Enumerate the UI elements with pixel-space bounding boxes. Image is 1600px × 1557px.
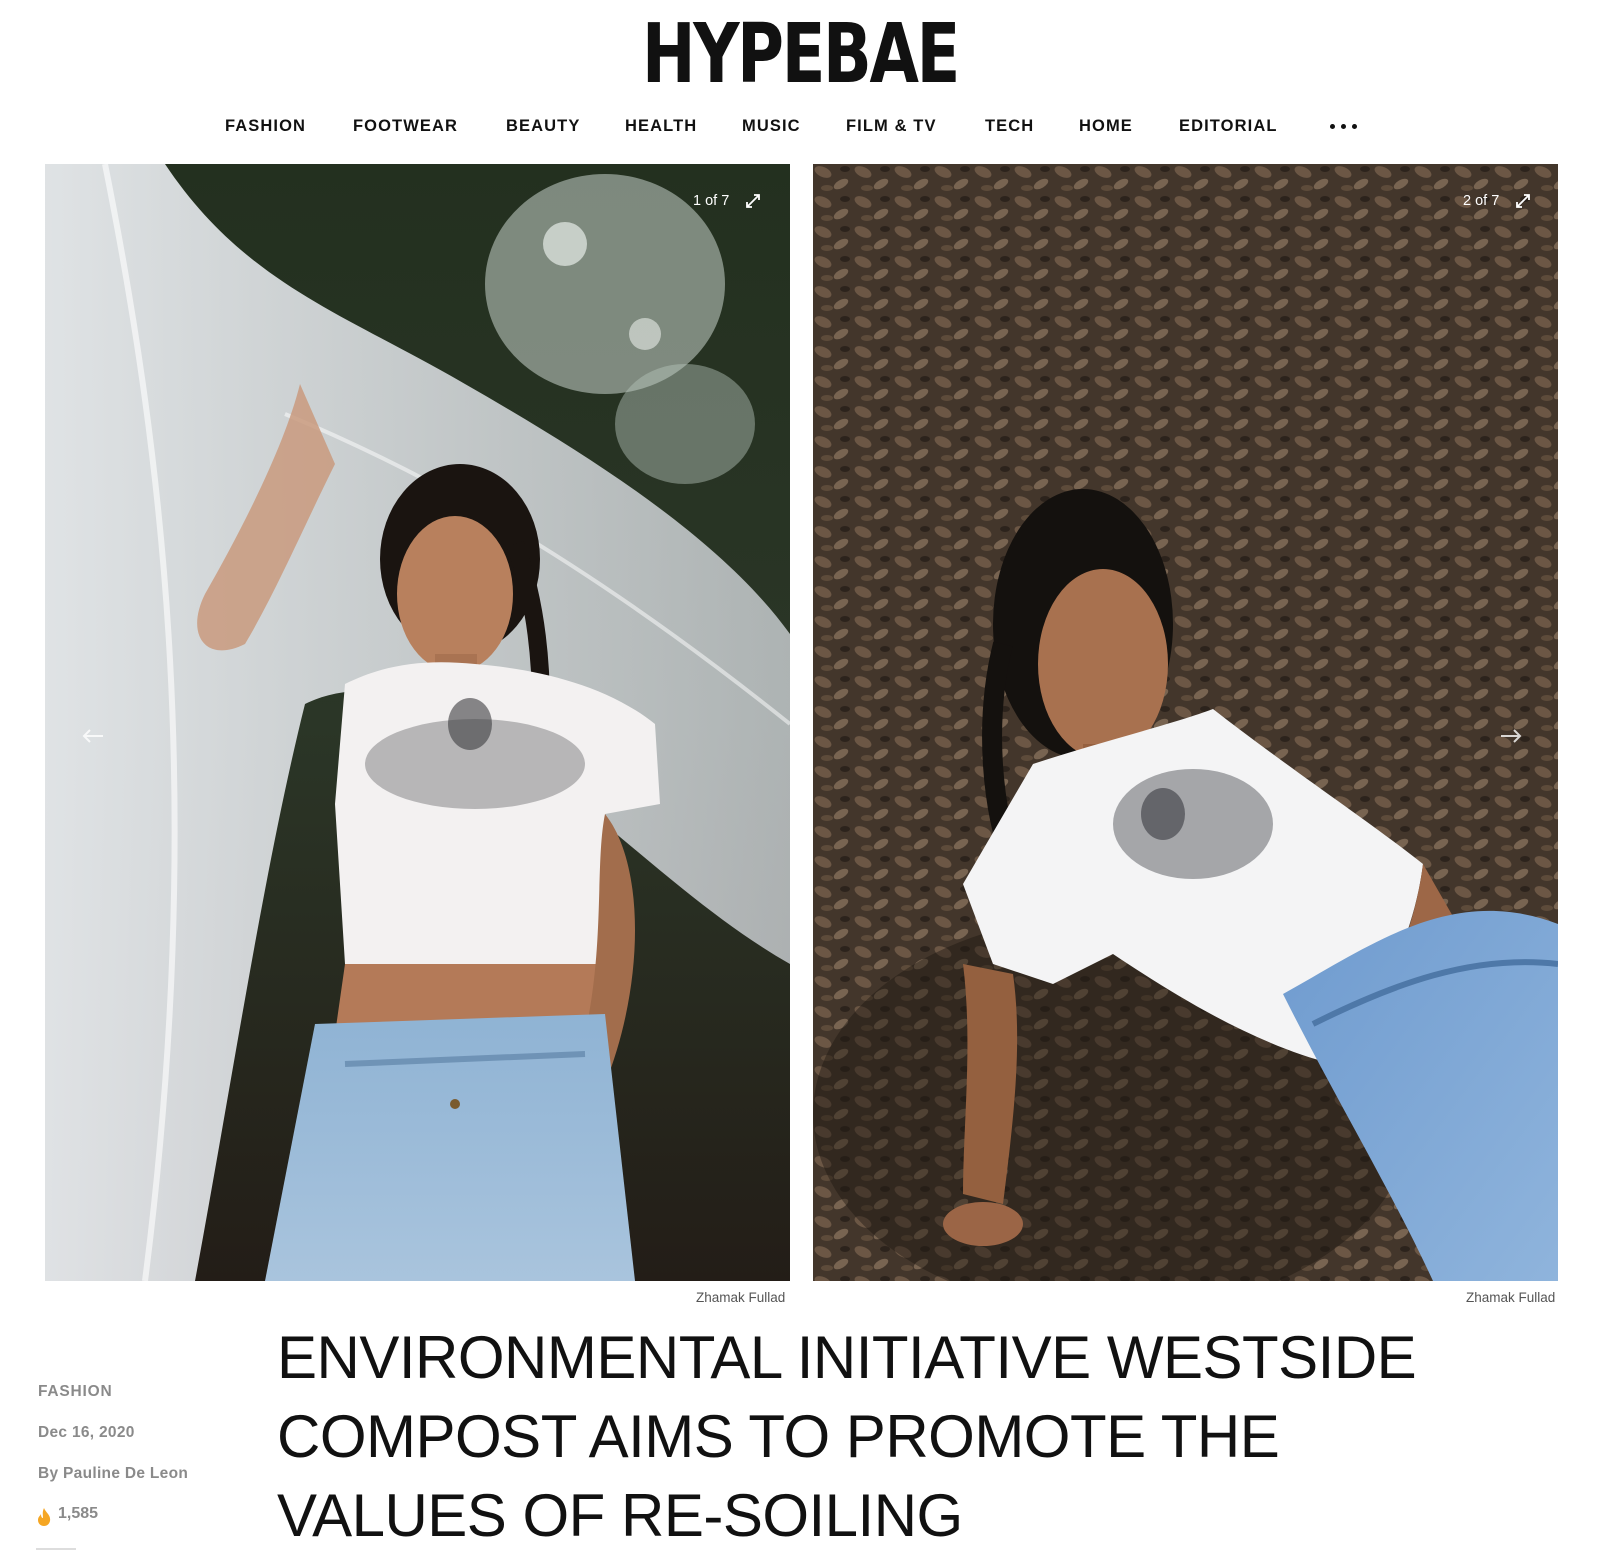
nav-item-home[interactable]: HOME xyxy=(1079,113,1133,139)
divider xyxy=(36,1548,76,1550)
flame-icon xyxy=(38,1508,51,1526)
image-counter-2: 2 of 7 xyxy=(1463,193,1500,209)
arrow-right-icon[interactable] xyxy=(1500,728,1522,744)
arrow-left-icon[interactable] xyxy=(82,728,104,744)
article-date: Dec 16, 2020 xyxy=(38,1424,135,1441)
photo-credit-1: Zhamak Fullad xyxy=(696,1290,786,1305)
nav-item-fashion[interactable]: FASHION xyxy=(225,113,306,139)
expand-icon[interactable] xyxy=(1515,193,1531,209)
more-dots-icon[interactable] xyxy=(1330,124,1360,130)
main-nav: FASHION FOOTWEAR BEAUTY HEALTH MUSIC FIL… xyxy=(0,113,1600,139)
nav-item-beauty[interactable]: BEAUTY xyxy=(506,113,580,139)
photo-model-veil xyxy=(45,164,790,1281)
site-logo[interactable]: HYPEBAE xyxy=(176,14,1424,96)
article-category[interactable]: FASHION xyxy=(38,1383,113,1401)
nav-item-music[interactable]: MUSIC xyxy=(742,113,801,139)
article-headline: ENVIRONMENTAL INITIATIVE WESTSIDE COMPOS… xyxy=(277,1324,1417,1549)
image-counter-1: 1 of 7 xyxy=(693,193,730,209)
photo-model-leaves xyxy=(813,164,1558,1281)
gallery-image-1[interactable] xyxy=(45,164,790,1281)
expand-icon[interactable] xyxy=(745,193,761,209)
nav-item-film-tv[interactable]: FILM & TV xyxy=(846,113,937,139)
nav-item-editorial[interactable]: EDITORIAL xyxy=(1179,113,1278,139)
gallery-image-2[interactable] xyxy=(813,164,1558,1281)
nav-item-tech[interactable]: TECH xyxy=(985,113,1034,139)
nav-item-health[interactable]: HEALTH xyxy=(625,113,697,139)
view-count-value: 1,585 xyxy=(58,1505,99,1522)
nav-item-footwear[interactable]: FOOTWEAR xyxy=(353,113,458,139)
photo-credit-2: Zhamak Fullad xyxy=(1466,1290,1556,1305)
article-author[interactable]: By Pauline De Leon xyxy=(38,1465,188,1483)
